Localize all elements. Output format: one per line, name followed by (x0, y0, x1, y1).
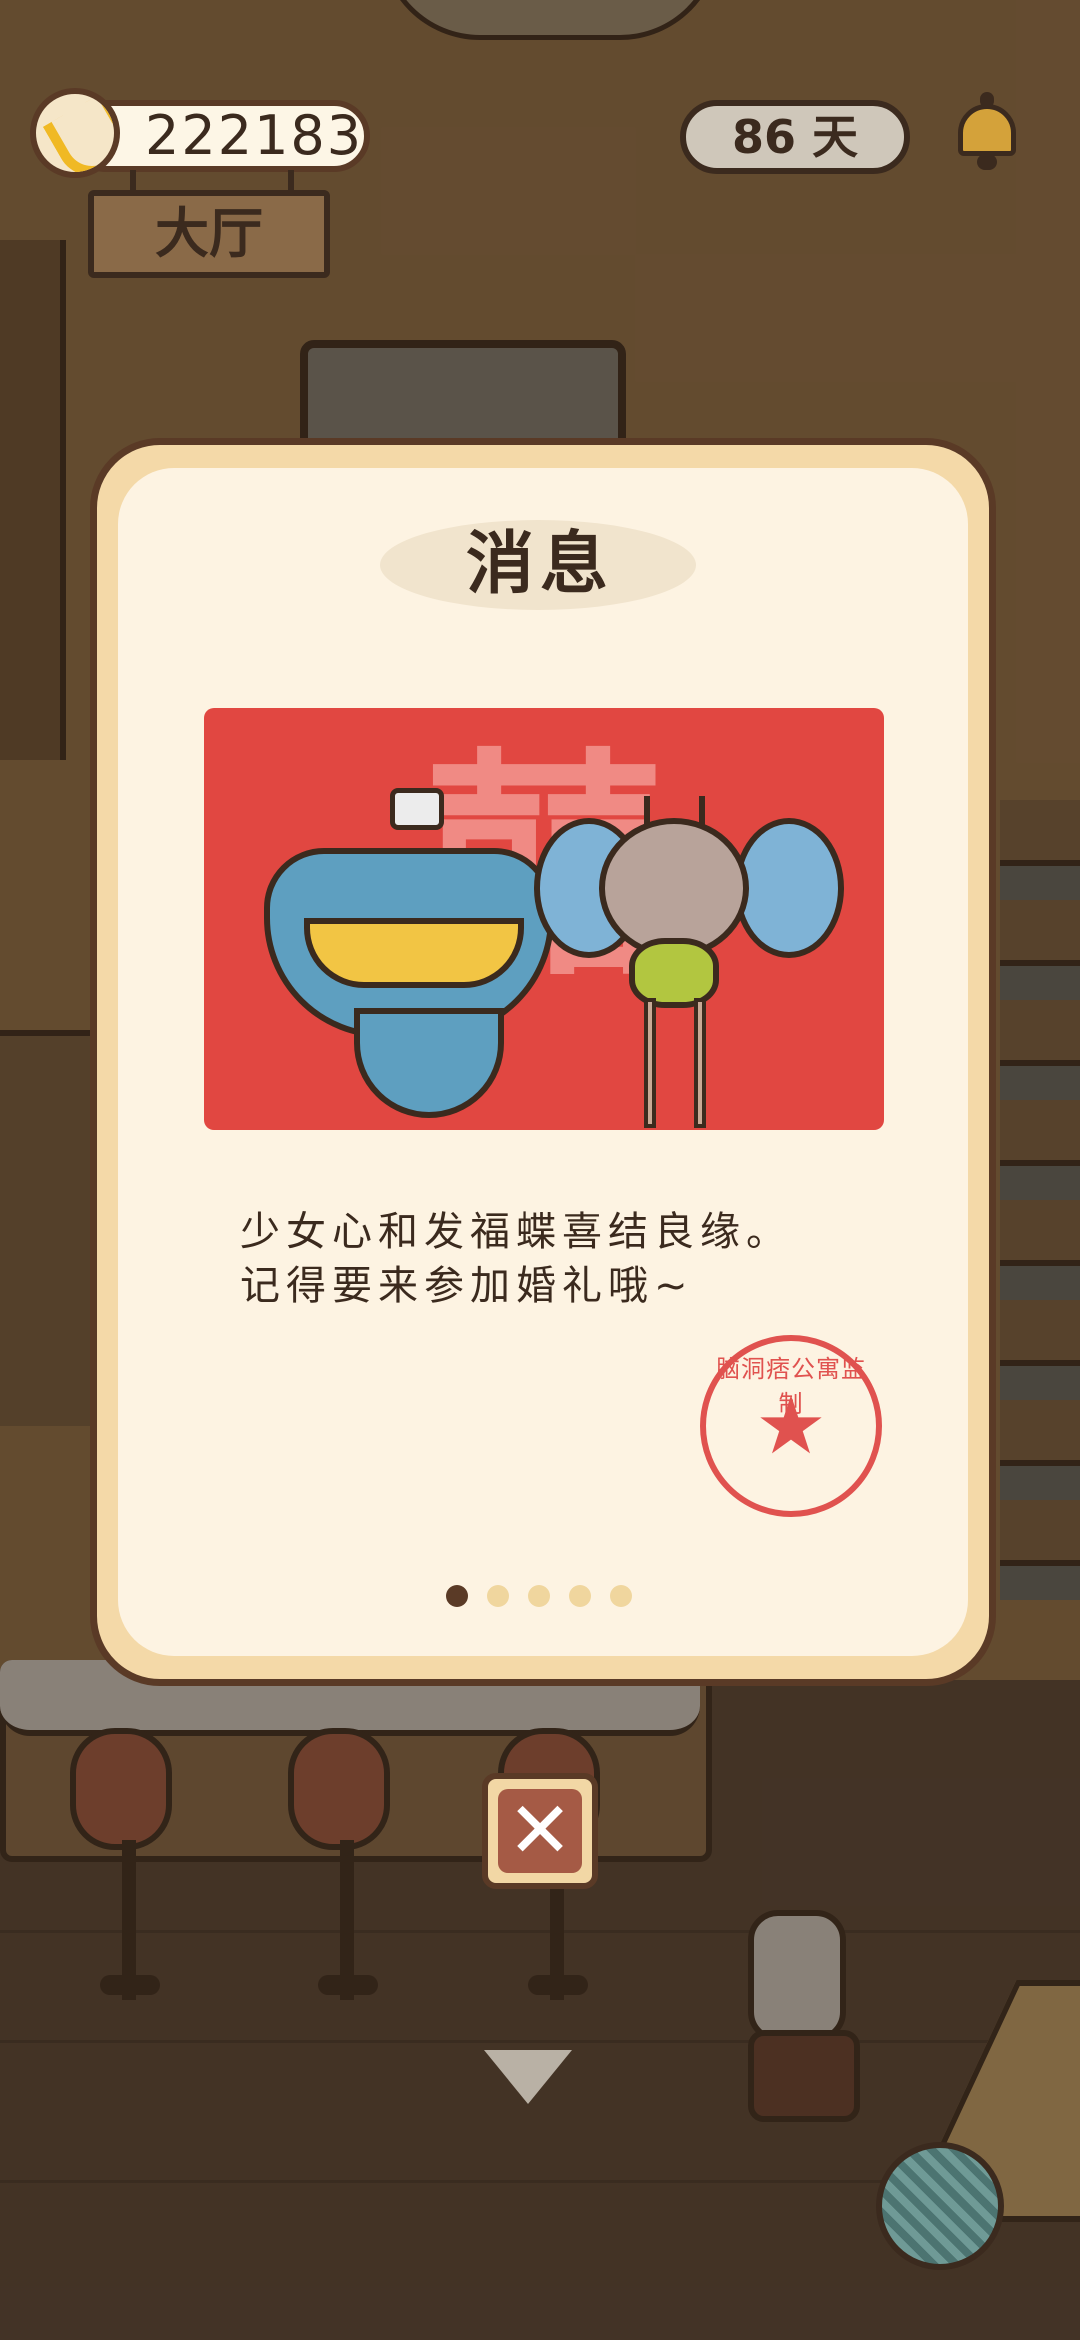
room-name-sign[interactable]: 大厅 (88, 190, 330, 278)
page-dot[interactable] (569, 1585, 591, 1607)
banana-icon (30, 88, 120, 178)
page-dot[interactable] (446, 1585, 468, 1607)
close-icon: ✕ (507, 1786, 573, 1876)
message-text: 少女心和发福蝶喜结良缘。 记得要来参加婚礼哦~ (240, 1205, 880, 1313)
official-seal: 脑洞痞公寓监制 ★ (700, 1335, 882, 1517)
chevron-down-icon[interactable] (484, 2050, 572, 2104)
coin-count: 222183 (145, 104, 364, 167)
bell-icon[interactable] (952, 92, 1022, 172)
close-button[interactable]: ✕ (482, 1773, 598, 1889)
message-line: 记得要来参加婚礼哦~ (240, 1263, 694, 1309)
moth-character (599, 818, 749, 958)
page-dot[interactable] (528, 1585, 550, 1607)
yarn-ball-button[interactable] (876, 2142, 1004, 2270)
dialog-title: 消息 (465, 525, 614, 604)
page-dot[interactable] (487, 1585, 509, 1607)
camera-icon (390, 788, 444, 830)
days-counter: 86 天 (680, 100, 910, 174)
star-icon: ★ (755, 1379, 827, 1472)
page-indicator (446, 1585, 646, 1609)
wedding-illustration: 囍 (204, 708, 884, 1130)
page-dot[interactable] (610, 1585, 632, 1607)
message-line: 少女心和发福蝶喜结良缘。 (240, 1209, 792, 1255)
